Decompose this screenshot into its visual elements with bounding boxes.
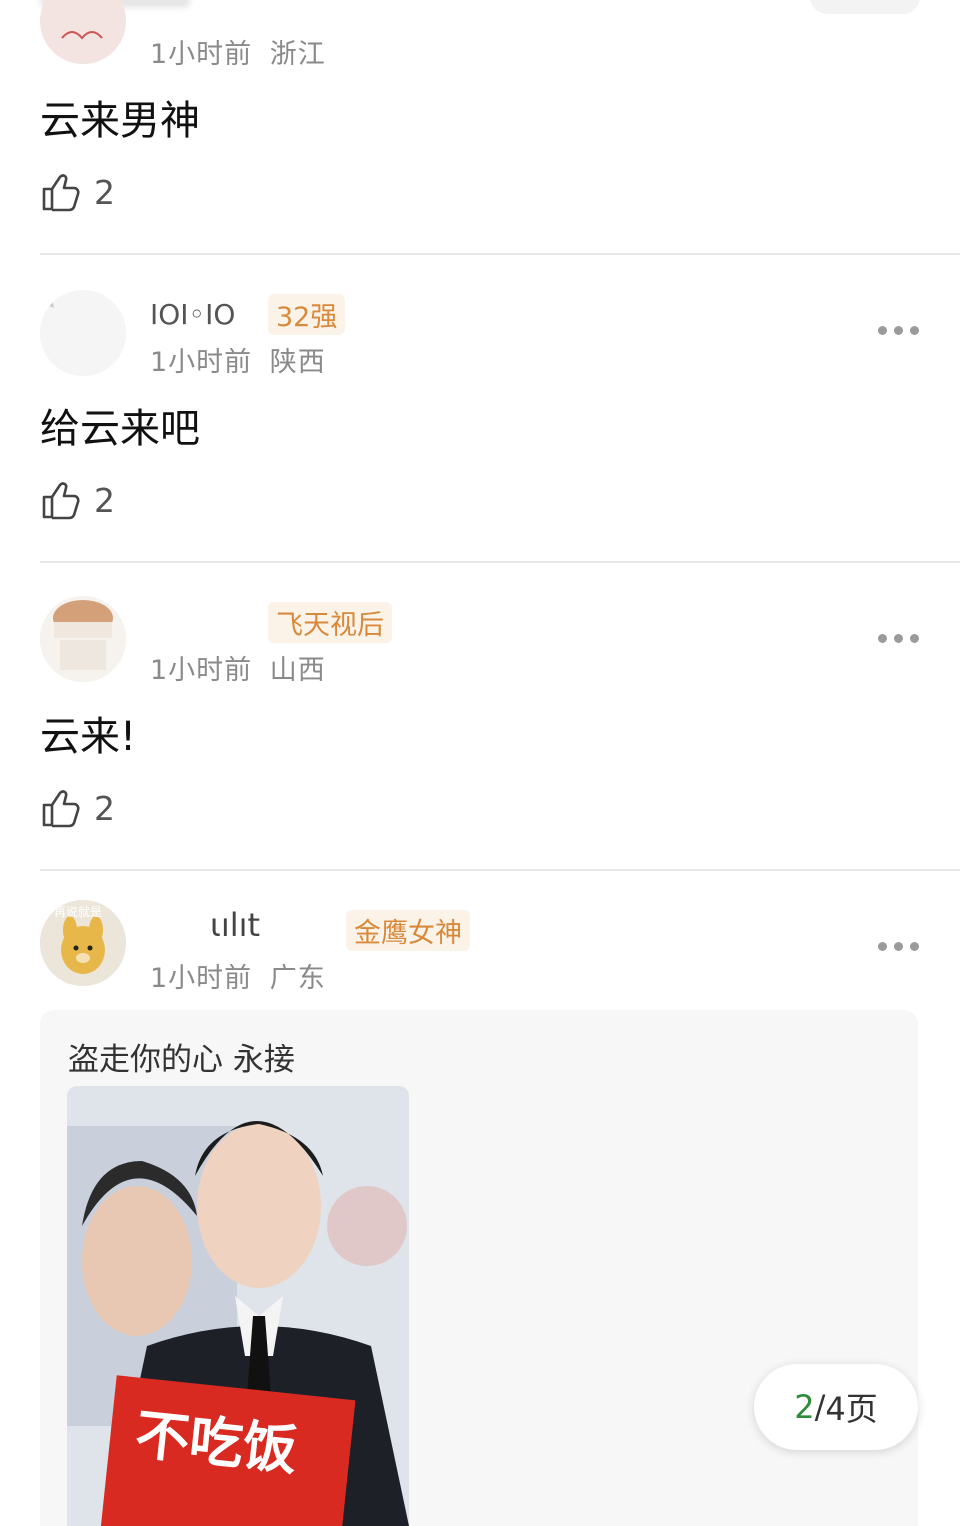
cut-off-previous-header [0,0,960,20]
avatar-image [40,290,126,376]
comment-location: 广东 [269,963,326,994]
like-count: 2 [94,788,115,828]
divider [40,561,960,563]
divider [40,253,960,255]
more-icon[interactable] [876,936,922,956]
username[interactable]: IOI◦IO [150,298,235,331]
comment-location: 浙江 [269,39,326,70]
like-button[interactable]: 2 [40,478,115,522]
avatar-image [40,0,126,64]
user-badge: 飞天视后 [268,602,392,643]
thumbs-up-icon [42,174,80,212]
like-button[interactable]: 2 [40,170,115,214]
thumbs-up-icon [42,790,80,828]
comment-time: 1小时前 [150,963,253,994]
attachment-photo[interactable]: 不吃饭 [67,1086,409,1526]
comment-location: 山西 [269,655,326,686]
attachment-title: 盗走你的心 永接 [68,1042,295,1078]
photo-image: 不吃饭 [67,1086,409,1526]
user-badge: 32强 [268,294,346,335]
comment-text: 给云来吧 [40,406,200,452]
avatar[interactable] [40,290,126,376]
like-button[interactable]: 2 [40,786,115,830]
more-icon[interactable] [876,628,922,648]
username[interactable]: ιılıt [210,906,260,944]
page-separator: / [814,1388,826,1426]
total-pages: 4页 [825,1390,878,1428]
comment-meta: 1小时前 山西 [150,648,326,687]
current-page: 2 [794,1388,815,1426]
avatar-image: 再说就是 [40,900,126,986]
avatar[interactable] [40,0,126,64]
comment-meta: 1小时前 浙江 [150,32,326,71]
avatar[interactable]: 再说就是 [40,900,126,986]
comment-location: 陕西 [269,347,326,378]
comment-time: 1小时前 [150,39,253,70]
cut-off-button[interactable] [810,0,920,14]
comment-meta: 1小时前 陕西 [150,340,326,379]
like-count: 2 [94,172,115,212]
like-count: 2 [94,480,115,520]
more-icon[interactable] [876,320,922,340]
comment-text: 云来! [40,714,137,760]
avatar-text: 再说就是 [54,904,102,919]
comment-time: 1小时前 [150,655,253,686]
comment-text: 云来男神 [40,98,200,144]
avatar-image [40,596,126,682]
divider [40,869,960,871]
comment-meta: 1小时前 广东 [150,956,326,995]
user-badge: 金鹰女神 [346,910,470,951]
thumbs-up-icon [42,482,80,520]
avatar[interactable] [40,596,126,682]
comment-time: 1小时前 [150,347,253,378]
page-indicator[interactable]: 2/4页 [754,1364,918,1450]
